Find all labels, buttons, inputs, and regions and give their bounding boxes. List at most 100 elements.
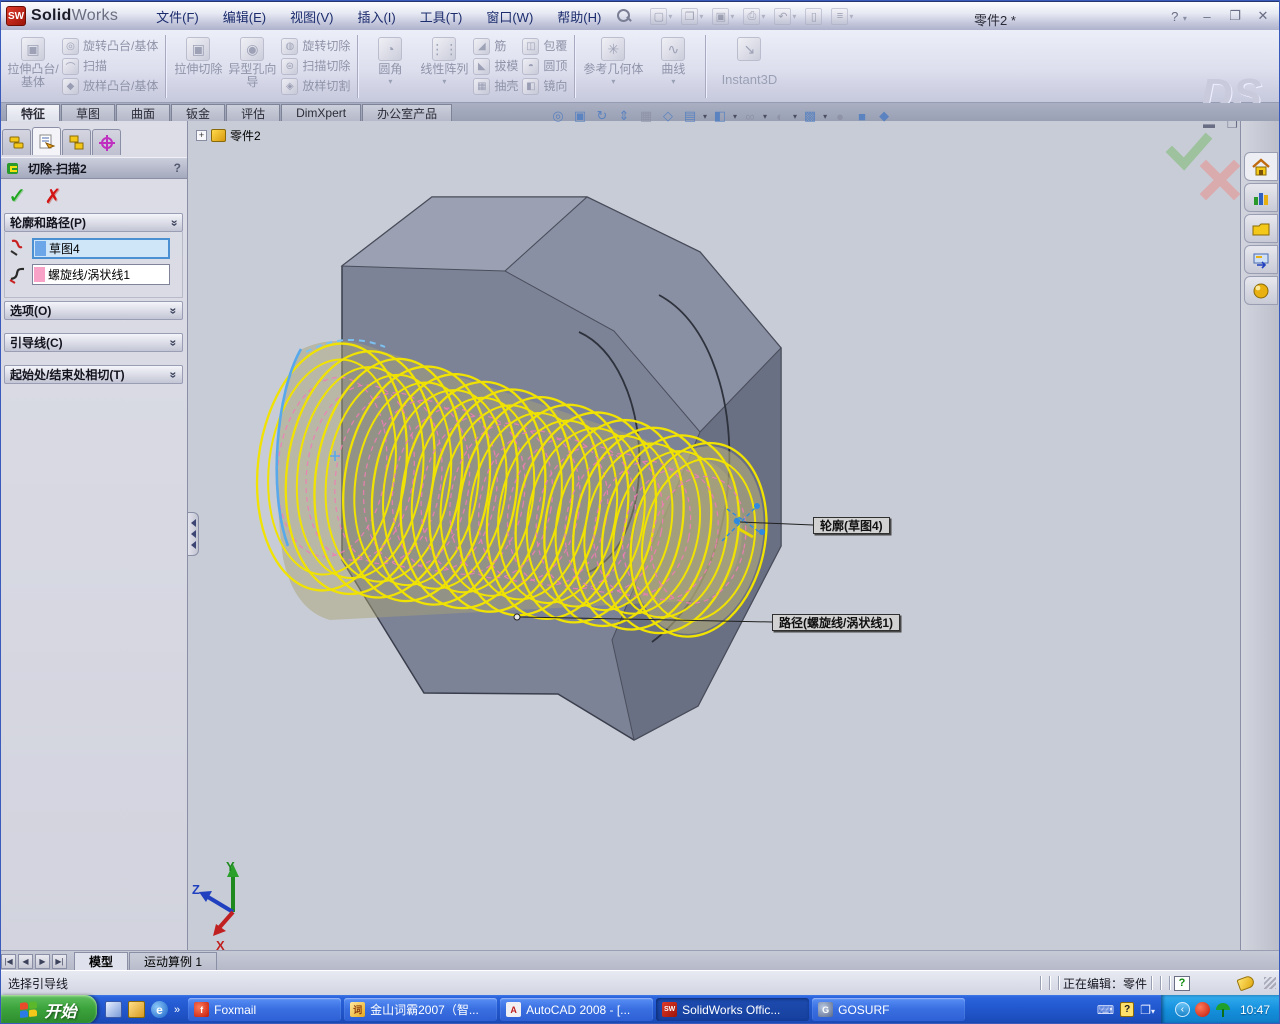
loft-cut-button[interactable]: ◈ 放样切割	[281, 77, 350, 97]
antivirus-umbrella-icon[interactable]	[1215, 1002, 1231, 1017]
rotate-view-icon[interactable]: ↻	[592, 107, 612, 126]
wrap-button[interactable]: ◫ 包覆	[522, 36, 567, 56]
sweep-cut-button[interactable]: ⊜ 扫描切除	[281, 56, 350, 76]
pm-help-button[interactable]: ?	[174, 161, 181, 175]
shell-button[interactable]: ▦ 抽壳	[473, 77, 518, 97]
save-button[interactable]: ▣ ▾	[709, 6, 737, 27]
shadow-icon[interactable]: ◐	[770, 107, 790, 126]
last-tab-button[interactable]: ▶|	[52, 954, 67, 969]
hide-icons-icon[interactable]: ‹	[1174, 1002, 1190, 1017]
doc-minimize-button[interactable]: ▬	[1203, 121, 1215, 131]
tab-features[interactable]: 特征	[6, 104, 61, 121]
folder-quicklaunch-icon[interactable]	[128, 1001, 145, 1018]
propertymanager-tab[interactable]	[32, 127, 61, 155]
search-icon[interactable]	[615, 7, 633, 25]
reference-geometry-dropdown-arrow[interactable]: ▾	[611, 77, 615, 86]
confirm-cancel-icon[interactable]	[1199, 159, 1240, 201]
taskbar-button-gosurf[interactable]: G GOSURF	[812, 998, 966, 1021]
section-view-icon[interactable]: ◆	[874, 107, 894, 126]
path-callout[interactable]: 路径(螺旋线/涡状线1)	[772, 614, 901, 631]
fillet-dropdown-arrow[interactable]: ▾	[388, 77, 392, 86]
motion-study-tab[interactable]: 运动算例 1	[129, 952, 218, 970]
view-orientation-icon[interactable]: ◇	[658, 107, 678, 126]
sweep-button[interactable]: ⌒ 扫描	[62, 56, 158, 76]
pm-cancel-button[interactable]: ✗	[44, 184, 61, 209]
featuremanager-tree-tab[interactable]	[2, 129, 31, 155]
extrude-cut-button[interactable]: ▣ 拉伸切除	[171, 33, 225, 100]
revolve-boss-button[interactable]: ◎ 旋转凸台/基体	[62, 36, 158, 56]
foxmail-tray-icon[interactable]	[1194, 1002, 1210, 1017]
extrude-boss-button[interactable]: ▣ 拉伸凸台/基体	[6, 33, 60, 100]
menu-help[interactable]: 帮助(H)	[547, 3, 611, 30]
quick-tips-icon[interactable]: ?	[1174, 975, 1190, 991]
hole-wizard-button[interactable]: ◉ 异型孔向导	[225, 33, 279, 100]
curves-button[interactable]: ∿ 曲线 ▾	[646, 33, 700, 100]
tree-expander[interactable]: +	[196, 130, 207, 141]
tab-office[interactable]: 办公室产品	[362, 104, 453, 121]
panel-splitter-handle[interactable]	[188, 512, 199, 556]
confirm-ok-icon[interactable]	[1165, 132, 1213, 171]
pm-ok-button[interactable]: ✓	[8, 183, 26, 209]
configurationmanager-tab[interactable]	[62, 129, 91, 155]
profile-selection-field[interactable]: 草图4	[32, 237, 170, 259]
dropdown-arrow[interactable]: ▾	[763, 112, 767, 121]
help-button[interactable]: ? ▾	[1170, 9, 1188, 24]
display-icon[interactable]: ❐▾	[1140, 1003, 1155, 1017]
profile-callout[interactable]: 轮廓(草图4)	[813, 517, 890, 534]
select-button[interactable]: ▯	[802, 6, 825, 27]
tag-icon[interactable]	[1236, 974, 1256, 992]
draft-button[interactable]: ◣ 拔模	[473, 56, 518, 76]
rib-button[interactable]: ◢ 筋	[473, 36, 518, 56]
design-resources-tab[interactable]	[1244, 183, 1278, 212]
tree-root-label[interactable]: 零件2	[230, 127, 261, 144]
guide-curves-group-header[interactable]: 引导线(C) »	[4, 333, 183, 352]
dropdown-arrow[interactable]: ▾	[733, 112, 737, 121]
minimize-button[interactable]: –	[1198, 9, 1216, 24]
taskbar-button-autocad[interactable]: A AutoCAD 2008 - [...	[500, 998, 654, 1021]
graphics-viewport[interactable]: Y Z X + 零件2 轮廓(草图4) 路径(螺旋线/涡状线1) ▬ ❐ ✕	[188, 121, 1240, 950]
profile-path-group-header[interactable]: 轮廓和路径(P) «	[4, 213, 183, 232]
tab-sheet-metal[interactable]: 钣金	[171, 104, 226, 121]
open-button[interactable]: ❒ ▾	[678, 6, 706, 27]
shaded-view-icon[interactable]: ■	[852, 107, 872, 126]
model-tab[interactable]: 模型	[74, 952, 129, 970]
scene-icon[interactable]: ●	[830, 107, 850, 126]
zoom-to-area-icon[interactable]: ▣	[570, 107, 590, 126]
menu-edit[interactable]: 编辑(E)	[213, 3, 276, 30]
menu-file[interactable]: 文件(F)	[146, 3, 209, 30]
options-button[interactable]: ≡ ▾	[828, 6, 856, 27]
tab-surfaces[interactable]: 曲面	[116, 104, 171, 121]
print-button[interactable]: ⎙ ▾	[740, 6, 768, 27]
next-tab-button[interactable]: ▶	[35, 954, 50, 969]
tab-dimxpert[interactable]: DimXpert	[281, 104, 362, 121]
prev-tab-button[interactable]: ◀	[18, 954, 33, 969]
dimxpertmanager-tab[interactable]	[92, 129, 121, 155]
doc-restore-button[interactable]: ❐	[1227, 121, 1238, 131]
options-group-header[interactable]: 选项(O) »	[4, 301, 183, 320]
linear-pattern-dropdown-arrow[interactable]: ▾	[442, 77, 446, 86]
new-document-button[interactable]: ▢ ▾	[647, 6, 675, 27]
file-explorer-tab[interactable]	[1244, 245, 1278, 274]
wps-quicklaunch-icon[interactable]	[105, 1001, 122, 1018]
close-button[interactable]: ✕	[1254, 8, 1272, 24]
loft-boss-button[interactable]: ◆ 放样凸台/基体	[62, 77, 158, 97]
ie-quicklaunch-icon[interactable]: e	[151, 1001, 168, 1018]
menu-view[interactable]: 视图(V)	[280, 3, 343, 30]
quicklaunch-overflow[interactable]: »	[174, 1004, 180, 1016]
standard-views-icon[interactable]: ▤	[680, 107, 700, 126]
taskbar-button-solidworks[interactable]: SW SolidWorks Offic...	[656, 998, 810, 1021]
undo-button[interactable]: ↶ ▾	[771, 6, 799, 27]
dropdown-arrow[interactable]: ▾	[703, 112, 707, 121]
taskbar-button-powerword[interactable]: 词 金山词霸2007（智...	[344, 998, 498, 1021]
start-button[interactable]: 开始	[0, 995, 97, 1024]
custom-properties-tab[interactable]	[1244, 276, 1278, 305]
taskbar-button-foxmail[interactable]: f Foxmail	[188, 998, 342, 1021]
maximize-button[interactable]: ❐	[1226, 8, 1244, 24]
tab-evaluate[interactable]: 评估	[226, 104, 281, 121]
keyboard-icon[interactable]: ⌨	[1097, 1003, 1114, 1017]
reference-geometry-button[interactable]: ✳ 参考几何体 ▾	[580, 33, 646, 100]
instant3d-button[interactable]: ↘ Instant3D	[711, 33, 787, 100]
menu-insert[interactable]: 插入(I)	[347, 3, 405, 30]
zoom-to-fit-icon[interactable]: ◎	[548, 107, 568, 126]
first-tab-button[interactable]: |◀	[1, 954, 16, 969]
